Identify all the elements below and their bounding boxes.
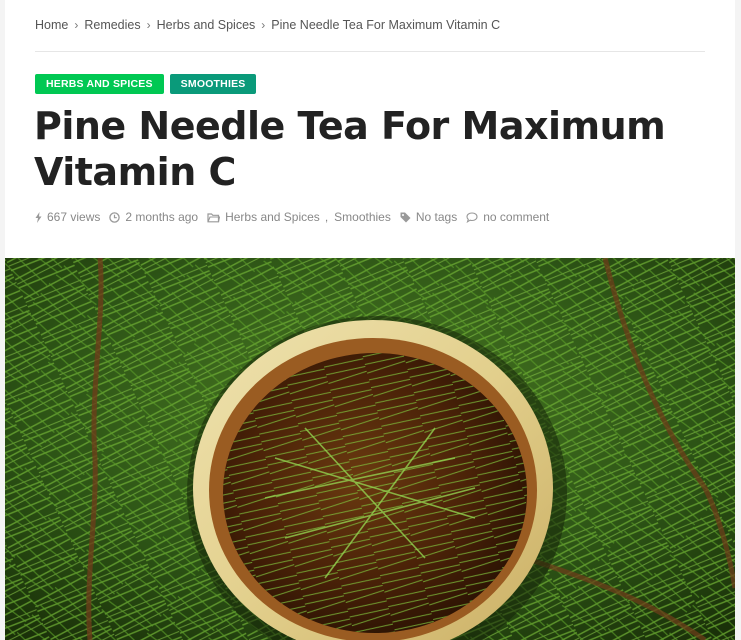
category-separator: , [324,210,329,224]
category-link-smoothies[interactable]: Smoothies [334,210,391,224]
chevron-right-icon: › [74,18,79,32]
chevron-right-icon: › [261,18,266,32]
category-link-herbs-and-spices[interactable]: Herbs and Spices [225,210,320,224]
post-meta: 667 views 2 months ago Herbs and Spices … [35,210,558,224]
post-comments: no comment [466,210,549,224]
breadcrumb: Home › Remedies › Herbs and Spices › Pin… [35,18,500,32]
bolt-icon [35,211,42,223]
views-text: 667 views [47,210,101,224]
clock-icon [109,211,121,223]
category-tags: HERBS AND SPICES SMOOTHIES [35,74,257,94]
breadcrumb-remedies[interactable]: Remedies [84,18,140,32]
featured-image [5,258,735,640]
tag-icon [400,212,411,222]
folder-icon [207,212,221,222]
page: Home › Remedies › Herbs and Spices › Pin… [0,0,741,640]
date-text: 2 months ago [125,210,199,224]
comments-link[interactable]: no comment [483,210,549,224]
article-header: Home › Remedies › Herbs and Spices › Pin… [5,0,735,258]
tag-smoothies[interactable]: SMOOTHIES [169,74,257,94]
post-date: 2 months ago [109,210,198,224]
tags-text: No tags [415,210,458,224]
chevron-right-icon: › [146,18,151,32]
post-tags: No tags [400,210,457,224]
pine-needle-tea-image [5,258,735,640]
breadcrumb-current: Pine Needle Tea For Maximum Vitamin C [271,18,501,32]
breadcrumb-herbs-and-spices[interactable]: Herbs and Spices [157,18,256,32]
comment-icon [466,211,478,223]
tag-herbs-and-spices[interactable]: HERBS AND SPICES [35,74,164,94]
page-title: Pine Needle Tea For Maximum Vitamin C [34,104,666,194]
breadcrumb-home[interactable]: Home [35,18,68,32]
views-count: 667 views [35,210,100,224]
post-categories: Herbs and Spices , Smoothies [207,210,391,224]
divider [35,51,705,52]
